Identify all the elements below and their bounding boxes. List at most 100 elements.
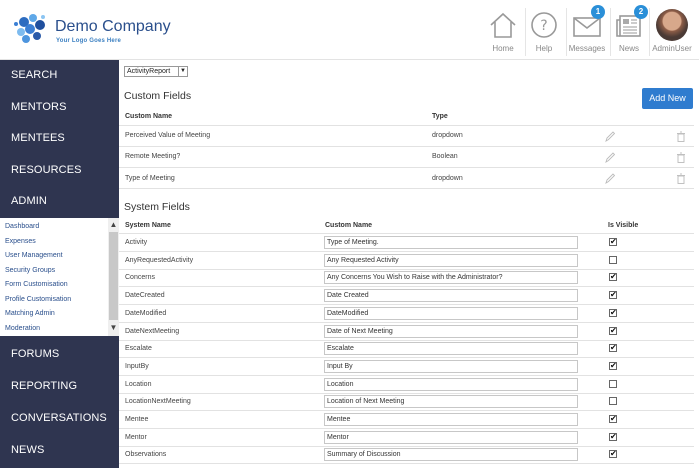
sidebar-item-conversations[interactable]: CONVERSATIONS bbox=[0, 403, 119, 434]
messages-badge: 1 bbox=[591, 5, 605, 19]
cf-row-3-type: dropdown bbox=[432, 175, 463, 182]
submenu-item-matching-admin[interactable]: Matching Admin bbox=[5, 309, 55, 319]
submenu-scrollbar[interactable]: ▲ ▼ bbox=[108, 218, 119, 336]
sf-visible-checkbox[interactable]: ✔ bbox=[609, 273, 617, 282]
sidebar-item-admin[interactable]: ADMIN bbox=[0, 186, 119, 217]
system-fields-title: System Fields bbox=[124, 201, 190, 213]
company-logo[interactable] bbox=[10, 8, 50, 48]
company-tagline: Your Logo Goes Here bbox=[56, 38, 122, 44]
sf-visible-checkbox[interactable]: ✔ bbox=[609, 308, 617, 317]
row-divider bbox=[119, 321, 694, 323]
sf-custom-name-input[interactable]: Location bbox=[324, 377, 578, 391]
row-divider bbox=[119, 410, 694, 412]
submenu-item-user-management[interactable]: User Management bbox=[5, 251, 63, 261]
sf-custom-name-input[interactable]: DateModified bbox=[324, 306, 578, 320]
sf-custom-name-input[interactable]: Input By bbox=[324, 359, 578, 373]
svg-text:?: ? bbox=[540, 18, 547, 34]
sf-system-name: Location bbox=[125, 380, 152, 388]
help-icon: ? bbox=[531, 12, 557, 38]
sf-system-name: DateModified bbox=[125, 309, 167, 317]
row-divider bbox=[119, 374, 694, 376]
row-divider bbox=[119, 445, 694, 447]
scrollbar-thumb[interactable] bbox=[109, 232, 118, 320]
nav-adminuser[interactable]: AdminUser bbox=[652, 0, 692, 60]
sf-visible-checkbox[interactable]: ✔ bbox=[609, 344, 617, 353]
submenu-item-security-groups[interactable]: Security Groups bbox=[5, 266, 55, 276]
sf-visible-checkbox[interactable] bbox=[609, 397, 617, 406]
sf-visible-checkbox[interactable] bbox=[609, 255, 617, 264]
sf-custom-name-input[interactable]: Date of Next Meeting bbox=[324, 324, 578, 338]
nav-messages[interactable]: 1 Messages bbox=[568, 0, 606, 60]
cf-header-type: Type bbox=[432, 113, 448, 120]
row-divider bbox=[119, 304, 694, 306]
submenu-item-moderation[interactable]: Moderation bbox=[5, 324, 40, 334]
sf-visible-checkbox[interactable]: ✔ bbox=[609, 326, 617, 335]
sf-custom-name-input[interactable]: Location of Next Meeting bbox=[324, 395, 578, 409]
sidebar-item-resources[interactable]: RESOURCES bbox=[0, 155, 119, 186]
trash-icon[interactable] bbox=[676, 152, 686, 163]
cf-row-2-name: Remote Meeting? bbox=[125, 153, 181, 160]
sf-system-name: DateNextMeeting bbox=[125, 327, 180, 335]
submenu-item-dashboard[interactable]: Dashboard bbox=[5, 222, 39, 232]
sf-visible-checkbox[interactable]: ✔ bbox=[609, 432, 617, 441]
sf-custom-name-input[interactable]: Summary of Discussion bbox=[324, 448, 578, 462]
submenu-item-expenses[interactable]: Expenses bbox=[5, 237, 36, 247]
row-divider bbox=[119, 428, 694, 429]
trash-icon[interactable] bbox=[676, 131, 686, 142]
sf-custom-name-input[interactable]: Escalate bbox=[324, 342, 578, 356]
row-divider bbox=[119, 357, 694, 359]
sf-header-visible: Is Visible bbox=[608, 222, 639, 229]
sf-custom-name-input[interactable]: Mentor bbox=[324, 430, 578, 444]
sf-system-name: AnyRequestedActivity bbox=[125, 256, 194, 264]
nav-home[interactable]: Home bbox=[484, 0, 522, 60]
sf-visible-checkbox[interactable]: ✔ bbox=[609, 238, 617, 246]
cf-row-1-type: dropdown bbox=[432, 132, 463, 139]
sf-custom-name-input[interactable]: Mentee bbox=[324, 413, 578, 426]
sf-visible-checkbox[interactable]: ✔ bbox=[609, 450, 617, 459]
report-select[interactable]: ActivityReport ▼ bbox=[124, 66, 188, 77]
row-divider bbox=[119, 392, 694, 394]
pencil-icon[interactable] bbox=[605, 152, 615, 163]
submenu-item-profile-customisation[interactable]: Profile Customisation bbox=[5, 295, 71, 305]
sf-custom-name-input[interactable]: Date Created bbox=[324, 289, 578, 303]
row-divider bbox=[119, 286, 694, 288]
row-divider bbox=[119, 268, 694, 270]
sidebar-item-news[interactable]: NEWS bbox=[0, 435, 119, 466]
nav-help[interactable]: ? Help bbox=[525, 0, 563, 60]
pencil-icon[interactable] bbox=[605, 131, 615, 142]
cf-row-1-name: Perceived Value of Meeting bbox=[125, 132, 211, 139]
sidebar-item-mentees[interactable]: MENTEES bbox=[0, 123, 119, 154]
chevron-down-icon: ▼ bbox=[178, 67, 187, 76]
nav-news[interactable]: 2 News bbox=[610, 0, 648, 60]
custom-fields-title: Custom Fields bbox=[124, 90, 192, 102]
row-divider bbox=[119, 463, 694, 465]
scroll-down-icon[interactable]: ▼ bbox=[109, 323, 118, 333]
sf-header-system: System Name bbox=[125, 222, 171, 229]
sf-visible-checkbox[interactable]: ✔ bbox=[609, 415, 617, 423]
sidebar-item-search[interactable]: SEARCH bbox=[0, 60, 119, 91]
row-divider bbox=[119, 251, 694, 252]
sf-system-name: LocationNextMeeting bbox=[125, 398, 191, 406]
sf-system-name: Escalate bbox=[125, 345, 152, 353]
scroll-up-icon[interactable]: ▲ bbox=[109, 220, 118, 230]
company-name: Demo Company bbox=[55, 18, 171, 35]
nav-adminuser-label: AdminUser bbox=[652, 44, 692, 53]
cf-row-2-type: Boolean bbox=[432, 153, 458, 160]
admin-submenu: Dashboard Expenses User Management Secur… bbox=[0, 218, 119, 336]
sf-header-custom: Custom Name bbox=[325, 222, 373, 229]
trash-icon[interactable] bbox=[676, 173, 686, 184]
sf-visible-checkbox[interactable]: ✔ bbox=[609, 361, 617, 370]
sf-visible-checkbox[interactable]: ✔ bbox=[609, 291, 617, 300]
pencil-icon[interactable] bbox=[605, 173, 615, 184]
sf-custom-name-input[interactable]: Any Requested Activity bbox=[324, 253, 578, 267]
add-new-button[interactable]: Add New bbox=[642, 88, 693, 109]
sidebar-item-reporting[interactable]: REPORTING bbox=[0, 371, 119, 402]
sf-custom-name-input[interactable]: Any Concerns You Wish to Raise with the … bbox=[324, 271, 578, 285]
sidebar-item-mentors[interactable]: MENTORS bbox=[0, 92, 119, 123]
sidebar-item-forums[interactable]: FORUMS bbox=[0, 339, 119, 370]
header: Demo Company Your Logo Goes Here Home ? … bbox=[0, 0, 699, 60]
submenu-item-form-customisation[interactable]: Form Customisation bbox=[5, 280, 68, 290]
sf-custom-name-input[interactable]: Type of Meeting. bbox=[324, 236, 578, 249]
sf-visible-checkbox[interactable] bbox=[609, 379, 617, 388]
row-divider bbox=[119, 339, 694, 341]
